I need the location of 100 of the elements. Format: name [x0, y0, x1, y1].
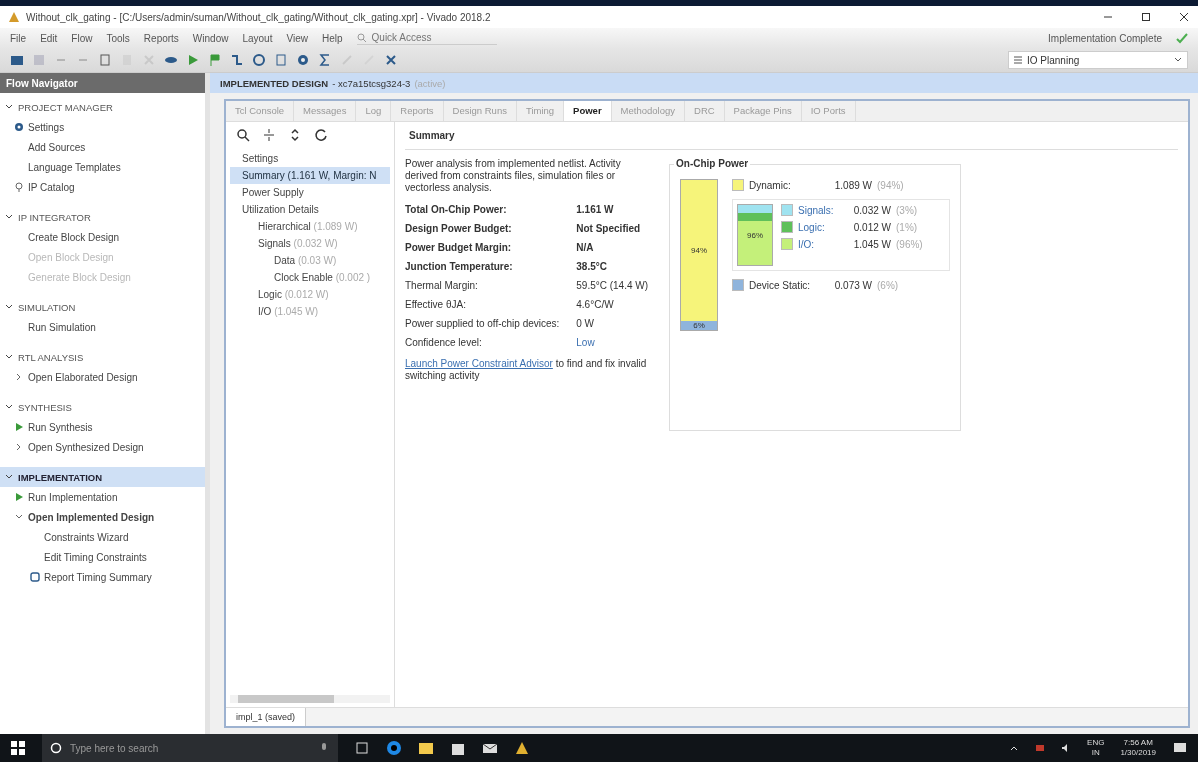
language-indicator[interactable]: ENG [1087, 738, 1105, 748]
expand-all-icon[interactable] [288, 128, 302, 142]
search-icon[interactable] [236, 128, 250, 142]
navigator-item[interactable]: IP Catalog [0, 177, 205, 197]
confidence-link[interactable]: Low [576, 337, 655, 348]
tree-item[interactable]: Data (0.03 W) [230, 252, 390, 269]
taskbar-search-box[interactable]: Type here to search [42, 734, 338, 762]
navigator-item[interactable]: Create Block Design [0, 227, 205, 247]
menu-item[interactable]: View [286, 32, 308, 44]
tree-item[interactable]: Utilization Details [230, 201, 390, 218]
box-title: On-Chip Power [674, 158, 751, 169]
menu-item[interactable]: File [10, 32, 27, 44]
summary-label: Junction Temperature: [405, 261, 514, 272]
menu-item[interactable]: Flow [71, 32, 93, 44]
design-title: IMPLEMENTED DESIGN [220, 77, 329, 89]
sigma-icon[interactable] [318, 53, 332, 67]
close-icon[interactable] [1178, 11, 1190, 23]
route-icon[interactable] [230, 53, 244, 67]
menu-item[interactable]: Help [321, 32, 343, 44]
static-segment: 6% [681, 321, 717, 330]
tree-item[interactable]: Logic (0.012 W) [230, 286, 390, 303]
summary-label: Total On-Chip Power: [405, 204, 508, 215]
section-header[interactable]: RTL ANALYSIS [0, 347, 205, 367]
design-state: (active) [414, 77, 446, 89]
summary-description: Power analysis from implemented netlist. Activity derived from constraints files, simulation files or vectorless analysis. [405, 158, 622, 194]
summary-label: Confidence level: [405, 337, 483, 348]
region-indicator[interactable]: IN [1091, 748, 1100, 758]
cross-icon[interactable] [384, 53, 398, 67]
section-header[interactable]: IMPLEMENTATION [0, 467, 205, 487]
maximize-icon[interactable] [1140, 11, 1152, 23]
tab[interactable]: Power [564, 101, 612, 121]
navigator-item[interactable]: Language Templates [0, 157, 205, 177]
section-header[interactable]: IP INTEGRATOR [0, 207, 205, 227]
navigator-item[interactable]: Constraints Wizard [0, 527, 205, 547]
dynamic-segment: 94% [681, 180, 717, 321]
summary-title: Summary [405, 128, 1178, 150]
navigator-item[interactable]: Add Sources [0, 137, 205, 157]
tree-item[interactable]: Hierarchical (1.089 W) [230, 218, 390, 235]
section-header[interactable]: PROJECT MANAGER [0, 97, 205, 117]
play-icon [14, 492, 24, 502]
legend-value: 1.089 W [833, 179, 872, 191]
flag-icon[interactable] [208, 53, 222, 67]
legend-value: 1.045 W [852, 238, 891, 250]
checkmark-icon [1176, 32, 1188, 44]
navigator-item[interactable]: Report Timing Summary [0, 567, 205, 587]
horizontal-scrollbar[interactable] [230, 695, 390, 703]
gear-icon [14, 122, 24, 132]
section-header[interactable]: SIMULATION [0, 297, 205, 317]
navigator-item[interactable]: Run Implementation [0, 487, 205, 507]
tree-item[interactable]: Clock Enable (0.002 ) [230, 269, 390, 286]
tree-item[interactable]: Signals (0.032 W) [230, 235, 390, 252]
tree-item[interactable]: Summary (1.161 W, Margin: N [230, 167, 390, 184]
taskbar-search-field[interactable]: Type here to search [68, 741, 312, 755]
navigator-item[interactable]: Run Simulation [0, 317, 205, 337]
legend-label: Device Static: [749, 279, 812, 291]
summary-value: 0 W [576, 318, 596, 329]
task-view-icon[interactable] [354, 740, 370, 756]
summary-label: Thermal Margin: [405, 280, 479, 291]
advisor-link[interactable]: Launch Power Constraint Advisor [405, 358, 553, 369]
file-explorer-icon[interactable] [418, 740, 434, 756]
navigator-item[interactable]: Edit Timing Constraints [0, 547, 205, 567]
tree-item[interactable]: Power Supply [230, 184, 390, 201]
quick-access-field[interactable]: Quick Access [369, 31, 494, 44]
collapse-all-icon[interactable] [262, 128, 276, 142]
section-header[interactable]: SYNTHESIS [0, 397, 205, 417]
legend-value: 0.032 W [852, 204, 891, 216]
legend-label: Signals: [798, 204, 835, 216]
panel-title: Flow Navigator [6, 77, 78, 89]
summary-value: 1.161 W [576, 204, 615, 215]
clock-time[interactable]: 7:56 AM [1123, 738, 1153, 748]
layout-dropdown[interactable]: IO Planning [1008, 51, 1188, 69]
navigator-item[interactable]: Settings [0, 117, 205, 137]
summary-value: N/A [576, 242, 595, 253]
navigator-item[interactable]: Run Synthesis [0, 417, 205, 437]
navigator-item[interactable]: Open Synthesized Design [0, 437, 205, 457]
menu-item[interactable]: Reports [143, 32, 179, 44]
legend-value: 0.073 W [833, 279, 872, 291]
cortana-icon [50, 742, 62, 754]
browser-icon[interactable] [386, 740, 402, 756]
legend-share: (94%) [877, 179, 904, 191]
run-icon[interactable] [186, 53, 200, 67]
menu-item[interactable]: Edit [40, 32, 58, 44]
search-icon [356, 32, 367, 43]
legend-share: (96%) [896, 238, 923, 250]
network-icon[interactable] [1035, 743, 1046, 753]
report-icon [30, 572, 40, 582]
tree-item[interactable]: Settings [230, 150, 390, 167]
settings-icon[interactable] [296, 53, 310, 67]
menu-item[interactable]: Layout [242, 32, 273, 44]
run-tab[interactable]: impl_1 (saved) [226, 708, 307, 726]
tree-item[interactable]: I/O (1.045 W) [230, 303, 390, 320]
menu-item[interactable]: Tools [106, 32, 130, 44]
legend-share: (1%) [896, 221, 918, 233]
refresh-icon[interactable] [314, 128, 328, 142]
windows-start-icon[interactable] [10, 740, 26, 756]
navigator-item[interactable]: Open Implemented Design [0, 507, 205, 527]
bulb-icon [14, 182, 24, 192]
menu-item[interactable]: Window [192, 32, 229, 44]
navigator-item[interactable]: Open Elaborated Design [0, 367, 205, 387]
clock-date[interactable]: 1/30/2019 [1120, 748, 1156, 758]
